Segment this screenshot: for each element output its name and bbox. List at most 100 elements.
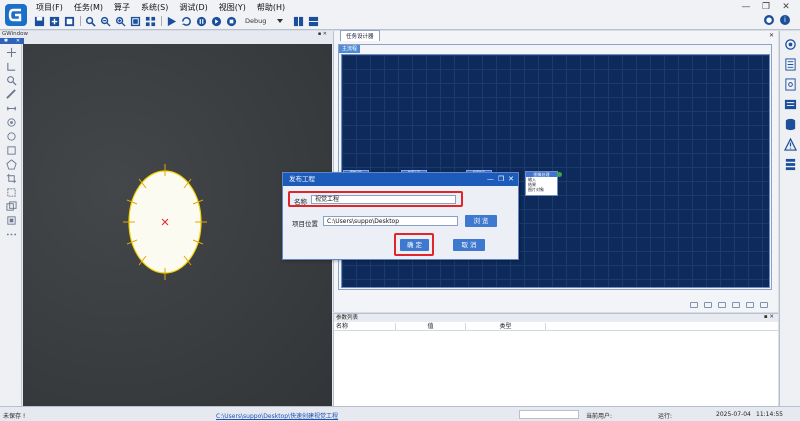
new-button[interactable] — [49, 16, 60, 27]
save-icon[interactable] — [732, 302, 740, 308]
locate-icon — [784, 38, 796, 50]
move-icon — [6, 47, 16, 57]
delete-icon[interactable] — [746, 302, 754, 308]
project-name-input[interactable]: 视觉工程 — [311, 195, 456, 204]
layer-tool[interactable] — [5, 214, 17, 226]
duplicate-icon[interactable] — [718, 302, 726, 308]
select-tool[interactable] — [5, 186, 17, 198]
split-view-button[interactable] — [293, 16, 304, 27]
ruler-tool[interactable] — [5, 88, 17, 100]
app-window: 项目(F) 任务(M) 算子 系统(S) 调试(D) 视图(Y) 帮助(H) D… — [0, 0, 800, 421]
rb-database[interactable] — [783, 117, 797, 131]
browse-button[interactable]: 浏 览 — [465, 215, 497, 227]
task-tabs: 任务设计器 — [334, 30, 778, 41]
rb-warning[interactable] — [783, 137, 797, 151]
params-title: 参数列表 — [334, 314, 778, 322]
circle-tool[interactable] — [5, 130, 17, 142]
settings-icon[interactable] — [760, 302, 768, 308]
pin-icon[interactable]: ▪ ✕ — [318, 31, 327, 38]
move-tool[interactable] — [5, 46, 17, 58]
zoom-out-icon — [100, 16, 111, 27]
cancel-button[interactable]: 取 消 — [453, 239, 485, 251]
node-status-icon — [557, 172, 562, 177]
new-icon — [49, 16, 60, 26]
tab-main-flow[interactable]: 主流程 — [339, 45, 361, 53]
copy-tool[interactable] — [5, 200, 17, 212]
save-icon — [34, 16, 45, 26]
pin-icon[interactable]: ▪ ✕ — [764, 314, 774, 320]
info-icon[interactable]: i — [780, 15, 790, 25]
status-progress-box — [519, 410, 579, 419]
zoom-in-button[interactable] — [115, 16, 126, 27]
polygon-tool[interactable] — [5, 158, 17, 170]
split-view-icon — [293, 16, 304, 26]
ok-button[interactable]: 确 定 — [400, 239, 429, 251]
zoom-out-button[interactable] — [100, 16, 111, 27]
warning-icon — [783, 137, 797, 151]
flow-node-card[interactable]: 图像处理 输入 结果 图片对象 — [525, 171, 558, 196]
pause-button[interactable] — [196, 16, 207, 27]
rect-tool[interactable] — [5, 144, 17, 156]
project-location-input[interactable]: C:\Users\suppo\Desktop — [323, 216, 458, 226]
rb-stack[interactable] — [783, 157, 797, 171]
app-logo-icon — [5, 4, 27, 26]
dialog-window-controls: — ❐ ✕ — [483, 173, 514, 186]
measure-tool[interactable] — [5, 102, 17, 114]
menu-operator[interactable]: 算子 — [114, 2, 130, 13]
run-mode-value: Debug — [245, 17, 267, 25]
menu-debug[interactable]: 调试(D) — [179, 2, 207, 13]
more-tool[interactable] — [5, 228, 17, 240]
toolbar-divider — [161, 16, 162, 26]
run-button[interactable] — [166, 16, 177, 27]
params-col-type[interactable]: 类型 — [466, 323, 546, 331]
params-col-value[interactable]: 值 — [396, 323, 466, 331]
rb-settings[interactable] — [783, 77, 797, 91]
rb-panel[interactable] — [783, 97, 797, 111]
layout-icon — [308, 16, 319, 26]
close-icon[interactable]: ✕ — [508, 173, 514, 186]
maximize-icon[interactable]: ❐ — [498, 173, 504, 186]
search-button[interactable] — [85, 16, 96, 27]
crop-tool[interactable] — [5, 172, 17, 184]
measure-icon — [6, 106, 16, 110]
grid-button[interactable] — [145, 16, 156, 27]
stack-icon — [785, 158, 795, 170]
step-button[interactable] — [211, 16, 222, 27]
menu-view[interactable]: 视图(Y) — [219, 2, 246, 13]
corner-icon — [6, 62, 15, 71]
copy-icon — [5, 200, 17, 211]
close-icon[interactable]: ✕ — [769, 32, 774, 39]
open-button[interactable] — [64, 16, 75, 27]
params-col-name[interactable]: 名称 — [334, 323, 396, 331]
step-icon — [211, 16, 222, 26]
corner-tool[interactable] — [5, 60, 17, 72]
layers-icon — [6, 215, 16, 225]
maximize-icon[interactable]: ❐ — [756, 2, 776, 12]
current-user-label: 当前用户: — [586, 413, 613, 420]
fit-button[interactable] — [130, 16, 141, 27]
save-button[interactable] — [34, 16, 45, 27]
menu-task[interactable]: 任务(M) — [74, 2, 103, 13]
paste-icon[interactable] — [704, 302, 712, 308]
list-icon — [784, 57, 796, 71]
minimize-icon[interactable]: — — [487, 173, 494, 186]
run-mode-select[interactable]: Debug — [243, 16, 285, 27]
stop-button[interactable] — [226, 16, 237, 27]
zoom-tool[interactable] — [5, 74, 17, 86]
tab-task-designer[interactable]: 任务设计器 — [340, 30, 380, 41]
loop-icon — [181, 16, 191, 26]
user-icon[interactable]: ● — [764, 15, 774, 25]
target-tool[interactable] — [5, 116, 17, 128]
copy-icon[interactable] — [690, 302, 698, 308]
minimize-icon[interactable]: — — [736, 2, 756, 12]
flow-footer-tools — [684, 302, 768, 308]
layout-button[interactable] — [308, 16, 319, 27]
project-path-link[interactable]: C:\Users\suppo\Desktop\快速创建视觉工程 — [216, 411, 338, 420]
menu-system[interactable]: 系统(S) — [141, 2, 168, 13]
rb-list[interactable] — [783, 57, 797, 71]
menu-help[interactable]: 帮助(H) — [257, 2, 285, 13]
menu-project[interactable]: 项目(F) — [36, 2, 63, 13]
close-icon[interactable]: ✕ — [776, 2, 796, 12]
rb-locate[interactable] — [783, 37, 797, 51]
loop-button[interactable] — [181, 16, 192, 27]
